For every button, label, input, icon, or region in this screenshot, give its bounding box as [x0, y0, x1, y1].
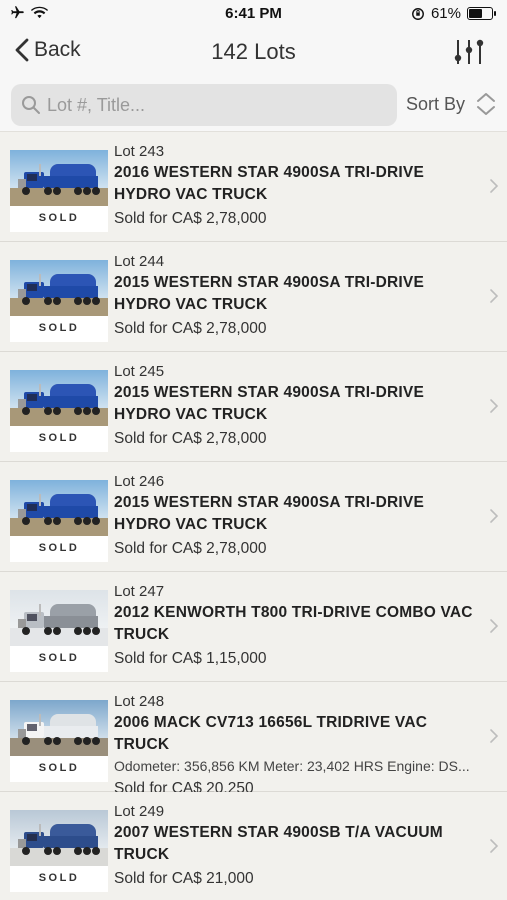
lot-row[interactable]: SOLD Lot 248 2006 MACK CV713 16656L TRID…	[0, 682, 507, 797]
lot-info: Lot 247 2012 KENWORTH T800 TRI-DRIVE COM…	[114, 582, 481, 670]
sold-badge: SOLD	[10, 866, 108, 892]
back-button[interactable]: Back	[14, 38, 81, 62]
status-right: 61%	[411, 5, 496, 22]
lot-number: Lot 247	[114, 583, 165, 600]
lot-row[interactable]: SOLD Lot 245 2015 WESTERN STAR 4900SA TR…	[0, 352, 507, 462]
chevron-left-icon	[15, 38, 29, 62]
lot-number: Lot 248	[114, 693, 165, 710]
filter-sliders-icon[interactable]	[453, 36, 485, 68]
lot-row[interactable]: SOLD Lot 249 2007 WESTERN STAR 4900SB T/…	[0, 792, 507, 900]
search-box[interactable]	[11, 84, 397, 126]
sold-badge: SOLD	[10, 646, 108, 672]
truck-photo	[10, 590, 108, 646]
lot-title: 2015 WESTERN STAR 4900SA TRI-DRIVE HYDRO…	[114, 274, 424, 313]
lot-price: Sold for CA$ 2,78,000	[114, 210, 267, 227]
lot-thumbnail	[10, 370, 108, 426]
lot-number: Lot 244	[114, 253, 165, 270]
lot-thumbnail	[10, 260, 108, 316]
lot-row[interactable]: SOLD Lot 243 2016 WESTERN STAR 4900SA TR…	[0, 132, 507, 242]
chevron-right-icon	[490, 509, 499, 523]
chevron-right-icon	[490, 619, 499, 633]
lot-info: Lot 249 2007 WESTERN STAR 4900SB T/A VAC…	[114, 802, 481, 890]
truck-photo	[10, 700, 108, 756]
lot-thumbnail	[10, 810, 108, 866]
orientation-lock-icon	[412, 7, 424, 20]
lot-price: Sold for CA$ 2,78,000	[114, 430, 267, 447]
lot-list: SOLD Lot 243 2016 WESTERN STAR 4900SA TR…	[0, 132, 507, 900]
battery-percent: 61%	[430, 5, 461, 22]
truck-photo	[10, 370, 108, 426]
lot-info: Lot 244 2015 WESTERN STAR 4900SA TRI-DRI…	[114, 252, 481, 340]
lot-price: Sold for CA$ 2,78,000	[114, 540, 267, 557]
truck-photo	[10, 480, 108, 536]
sold-badge: SOLD	[10, 756, 108, 782]
lot-thumbnail	[10, 590, 108, 646]
sold-badge: SOLD	[10, 316, 108, 342]
lot-price: Sold for CA$ 1,15,000	[114, 650, 267, 667]
chevron-right-icon	[490, 399, 499, 413]
lot-title: 2015 WESTERN STAR 4900SA TRI-DRIVE HYDRO…	[114, 384, 424, 423]
battery-fill	[469, 9, 482, 18]
sort-chevrons-icon	[477, 93, 495, 115]
lot-thumbnail	[10, 480, 108, 536]
lot-title: 2016 WESTERN STAR 4900SA TRI-DRIVE HYDRO…	[114, 164, 424, 203]
lot-title: 2015 WESTERN STAR 4900SA TRI-DRIVE HYDRO…	[114, 494, 424, 533]
chevron-right-icon	[490, 729, 499, 743]
chevron-right-icon	[490, 289, 499, 303]
sort-button[interactable]: Sort By	[406, 91, 497, 117]
truck-photo	[10, 150, 108, 206]
truck-photo	[10, 810, 108, 866]
lot-number: Lot 243	[114, 143, 165, 160]
sold-badge: SOLD	[10, 206, 108, 232]
truck-photo	[10, 260, 108, 316]
search-input[interactable]	[47, 94, 397, 116]
chevron-right-icon	[490, 839, 499, 853]
battery-icon	[467, 7, 496, 20]
search-icon	[22, 96, 40, 114]
back-label: Back	[34, 38, 81, 61]
lot-number: Lot 245	[114, 363, 165, 380]
search-row: Sort By	[0, 78, 507, 132]
sold-badge: SOLD	[10, 426, 108, 452]
chevron-right-icon	[490, 179, 499, 193]
lot-row[interactable]: SOLD Lot 247 2012 KENWORTH T800 TRI-DRIV…	[0, 572, 507, 682]
lot-info: Lot 248 2006 MACK CV713 16656L TRIDRIVE …	[114, 692, 481, 800]
lot-title: 2007 WESTERN STAR 4900SB T/A VACUUM TRUC…	[114, 824, 443, 863]
lot-number: Lot 249	[114, 803, 165, 820]
lot-number: Lot 246	[114, 473, 165, 490]
nav-bar: Back 142 Lots	[0, 28, 507, 78]
lot-info: Lot 246 2015 WESTERN STAR 4900SA TRI-DRI…	[114, 472, 481, 560]
lot-price: Sold for CA$ 21,000	[114, 870, 254, 887]
lot-price: Sold for CA$ 2,78,000	[114, 320, 267, 337]
sort-label: Sort By	[405, 93, 465, 114]
lot-subtitle: Odometer: 356,856 KM Meter: 23,402 HRS E…	[114, 758, 470, 774]
lot-thumbnail	[10, 150, 108, 206]
lot-title: 2006 MACK CV713 16656L TRIDRIVE VAC TRUC…	[114, 714, 428, 753]
lot-title: 2012 KENWORTH T800 TRI-DRIVE COMBO VAC T…	[114, 604, 473, 643]
lot-row[interactable]: SOLD Lot 246 2015 WESTERN STAR 4900SA TR…	[0, 462, 507, 572]
lot-info: Lot 245 2015 WESTERN STAR 4900SA TRI-DRI…	[114, 362, 481, 450]
sold-badge: SOLD	[10, 536, 108, 562]
lot-info: Lot 243 2016 WESTERN STAR 4900SA TRI-DRI…	[114, 142, 481, 230]
lot-row[interactable]: SOLD Lot 244 2015 WESTERN STAR 4900SA TR…	[0, 242, 507, 352]
lot-thumbnail	[10, 700, 108, 756]
status-bar: 6:41 PM 61%	[0, 0, 507, 28]
